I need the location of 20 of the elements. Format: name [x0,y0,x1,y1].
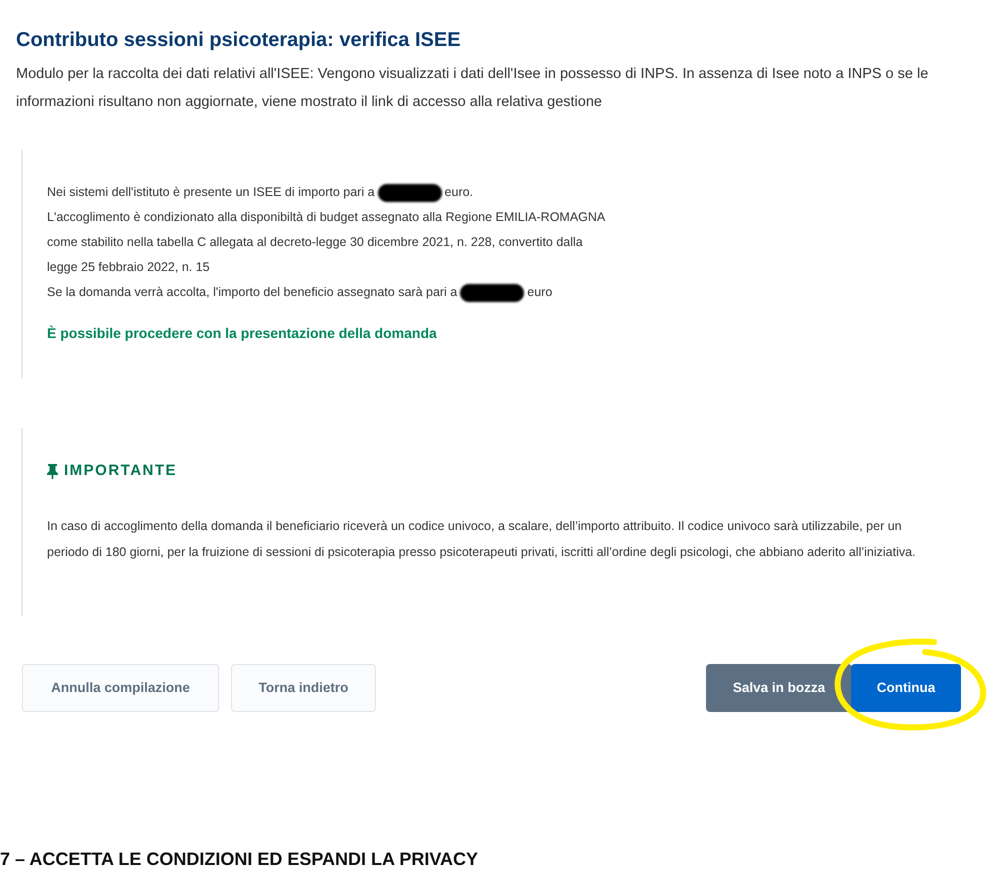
page-title: Contributo sessioni psicoterapia: verifica ISEE [16,28,462,53]
action-button[interactable]: Salva in bozza [706,664,852,712]
section-caption: 7 – ACCETTA LE CONDIZIONI ED ESPANDI LA PRIVACY [0,848,478,871]
important-heading: IMPORTANTE [64,461,178,481]
important-text: In caso di accoglimento della domanda il beneficiario riceverà un codice univoco, a scalare, dell’importo attribuito. Il codice univoco sarà utilizzabile, per un periodo di 180 giorni, per la fruizione di sessioni di psicoterapia presso psicoterapeuti privati, iscritti all’ordine degli psicologi, che abbiano aderito all’iniziativa. [47,518,917,561]
redaction-mark [378,184,442,202]
info-text: euro [527,284,552,301]
action-button[interactable]: Torna indietro [231,664,376,712]
success-message: È possibile procedere con la presentazione della domanda [47,324,438,343]
info-text: euro. [444,184,474,201]
info-text: Se la domanda verrà accolta, l'importo del beneficio assegnato sarà pari a [47,284,458,301]
action-button[interactable]: Annulla compilazione [22,664,219,712]
info-text: Nei sistemi dell'istituto è presente un ISEE di importo pari a [47,184,375,201]
info-text: come stabilito nella tabella C allegata al decreto-legge 30 dicembre 2021, n. 228, convertito dalla [47,234,583,251]
info-text: L'accoglimento è condizionato alla disponibiltà di budget assegnato alla Regione EMILIA-ROMAGNA [47,209,606,226]
continue-button[interactable]: Continua [851,664,961,712]
info-text: legge 25 febbraio 2022, n. 15 [47,259,210,276]
redaction-mark [460,284,524,302]
page-description: Modulo per la raccolta dei dati relativi all'ISEE: Vengono visualizzati i dati dell'Isee in possesso di INPS. In assenza di Isee noto a INPS o se le informazioni risultano non aggiornate, viene mostrato il link di accesso alla relativa gestione [16,65,930,112]
pin-icon [47,464,58,479]
